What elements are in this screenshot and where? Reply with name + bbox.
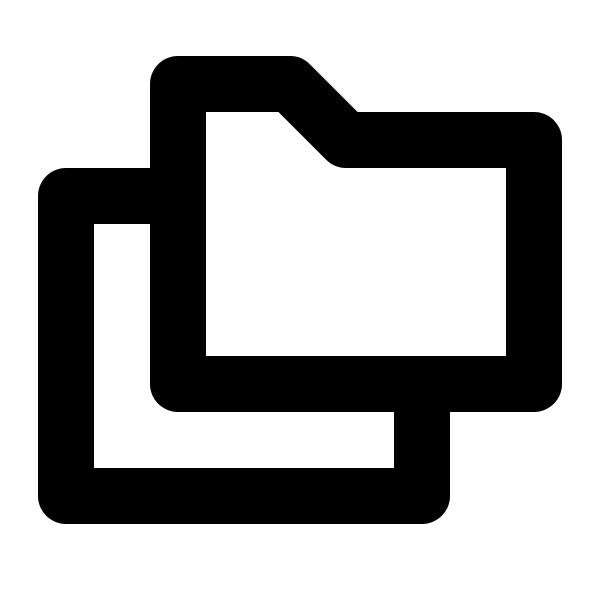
back-folder-outline [38,168,450,524]
folders-icon [0,0,600,600]
front-folder-outline [150,56,562,412]
icon-canvas [0,0,600,600]
folders-icon-strokes [38,56,562,524]
folders-icon-svg [38,56,562,524]
